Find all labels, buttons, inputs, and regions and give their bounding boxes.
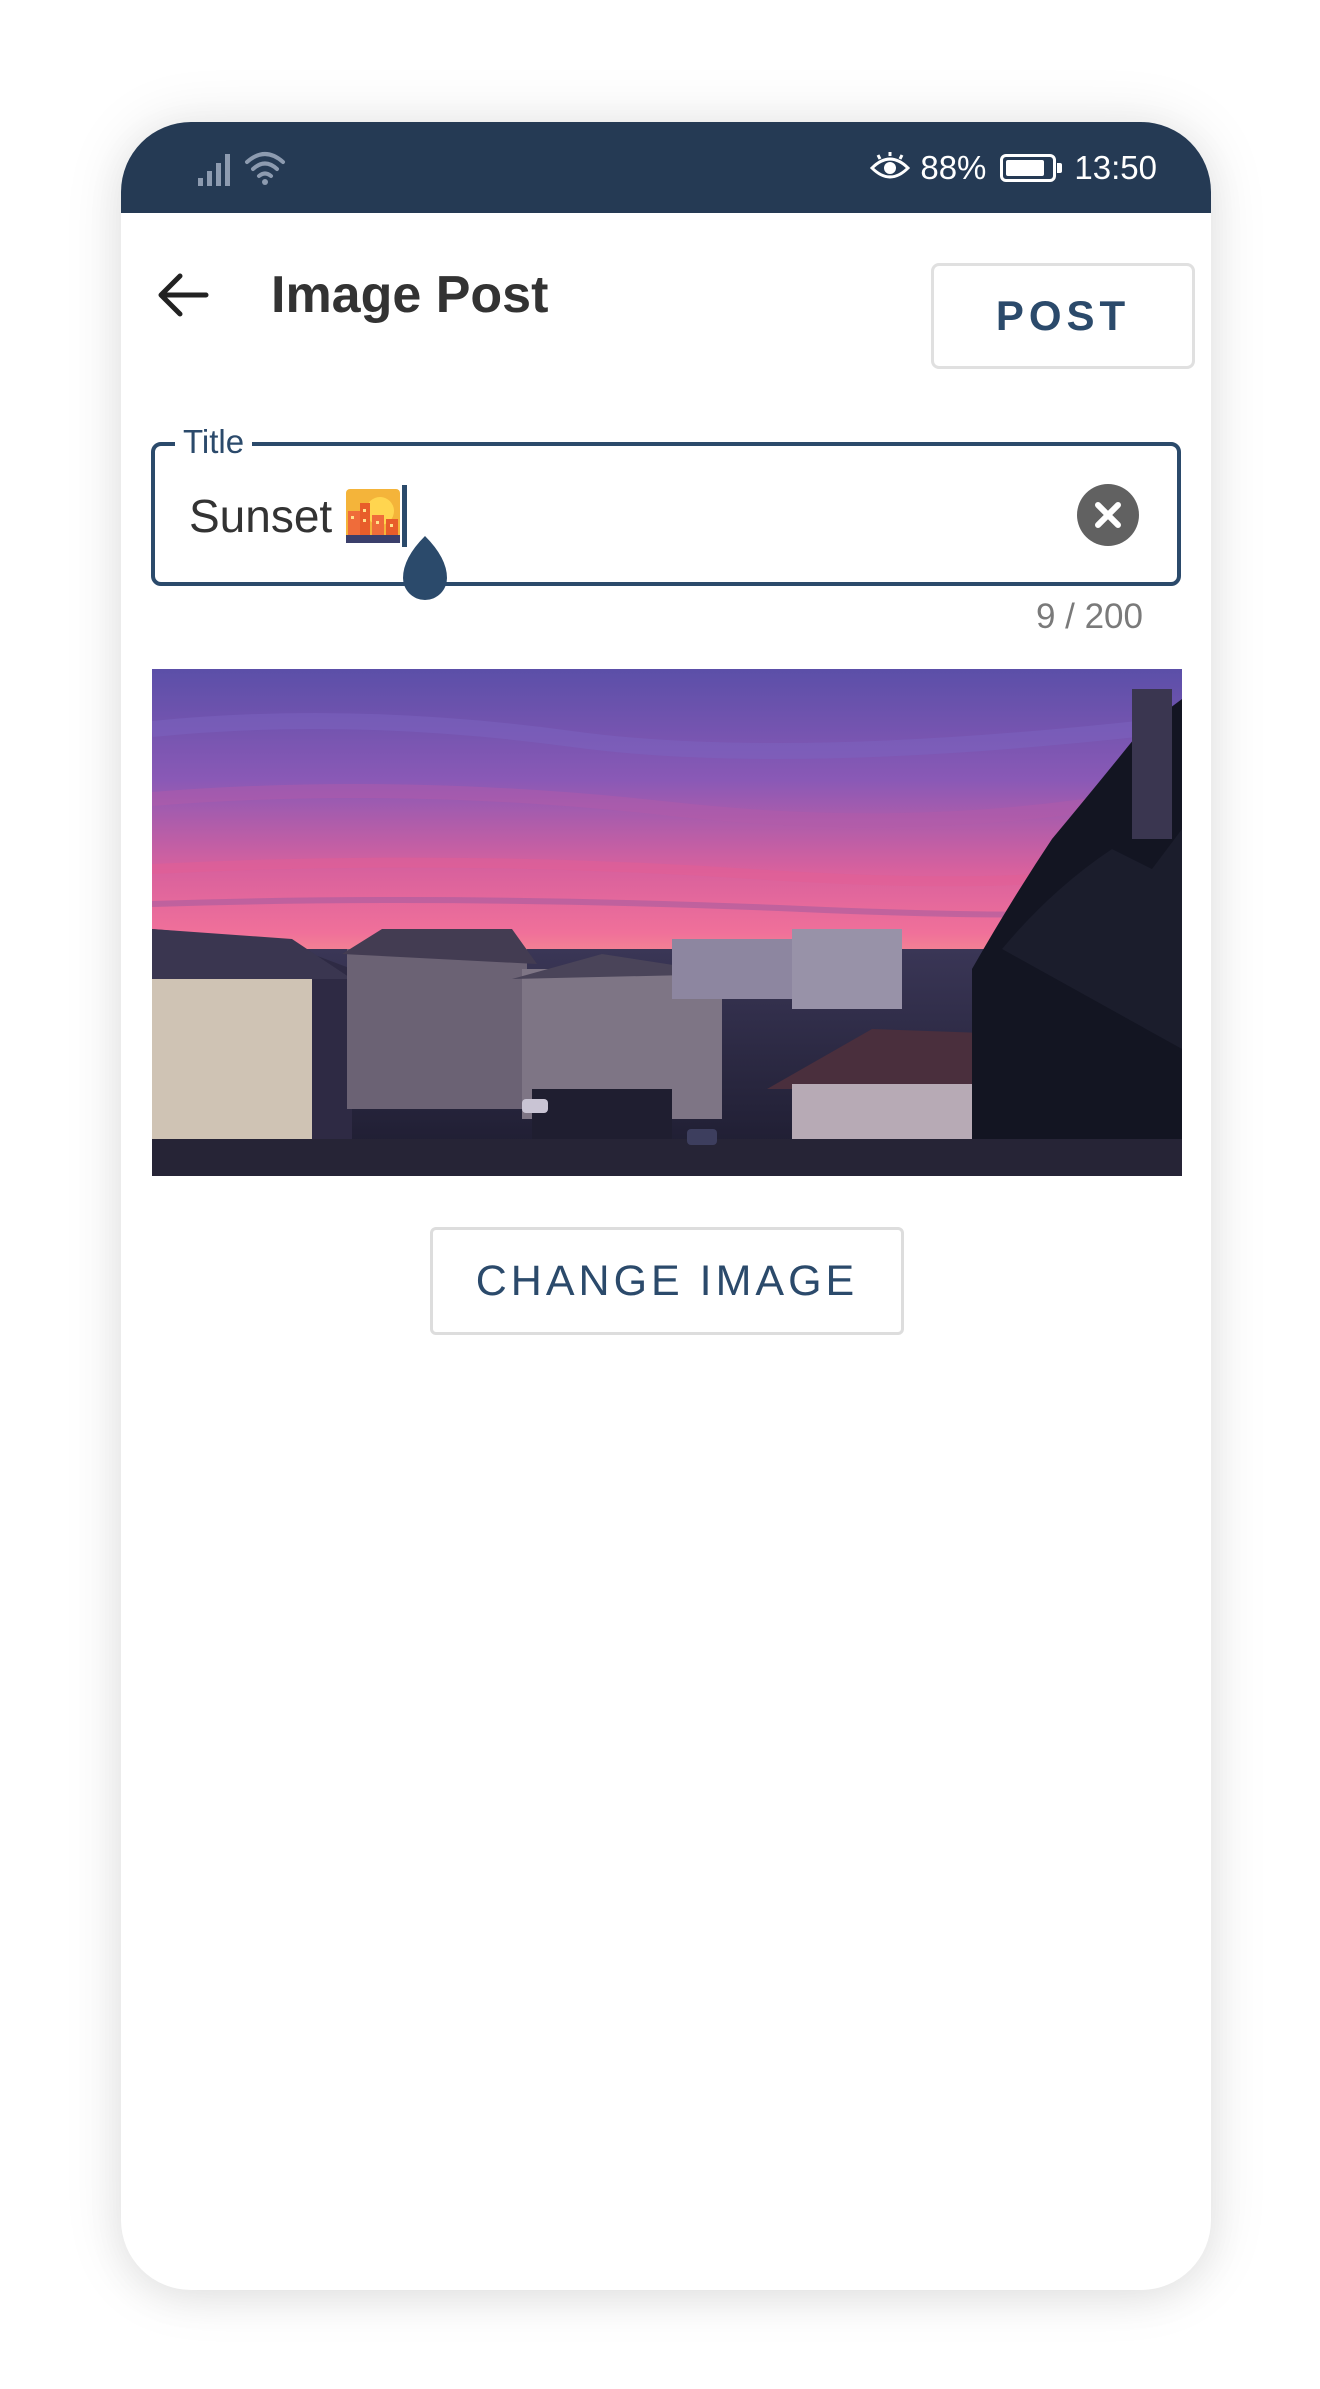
phone-frame: 88% 13:50 Image Post POST Title Sunset 9… — [121, 122, 1211, 2290]
clock: 13:50 — [1074, 149, 1157, 186]
title-input[interactable]: Sunset — [189, 485, 408, 547]
arrow-left-icon — [158, 273, 209, 317]
clear-button[interactable] — [1077, 484, 1139, 546]
battery-percent: 88% — [920, 149, 987, 186]
status-right-group: 88% 13:50 — [870, 140, 1157, 196]
status-left-icons — [197, 150, 287, 186]
character-counter: 9 / 200 — [1035, 597, 1143, 636]
back-button[interactable] — [151, 263, 215, 327]
page-title: Image Post — [271, 266, 549, 324]
sunset-city-emoji — [346, 489, 401, 543]
sunset-photo[interactable] — [152, 669, 1182, 1176]
close-circle-icon — [1095, 502, 1121, 528]
battery-icon — [1000, 154, 1063, 182]
title-field[interactable]: Title Sunset — [151, 420, 1181, 600]
battery-level-fill — [1006, 160, 1045, 176]
eye-comfort-icon — [870, 152, 911, 179]
title-field-label: Title — [175, 420, 253, 464]
post-button[interactable]: POST — [931, 263, 1195, 369]
title-input-text: Sunset — [189, 490, 333, 542]
status-bar: 88% 13:50 — [121, 122, 1211, 213]
text-selection-handle[interactable] — [395, 532, 455, 612]
signal-icon — [198, 154, 230, 186]
change-image-button[interactable]: CHANGE IMAGE — [430, 1227, 904, 1335]
wifi-icon — [245, 152, 285, 185]
